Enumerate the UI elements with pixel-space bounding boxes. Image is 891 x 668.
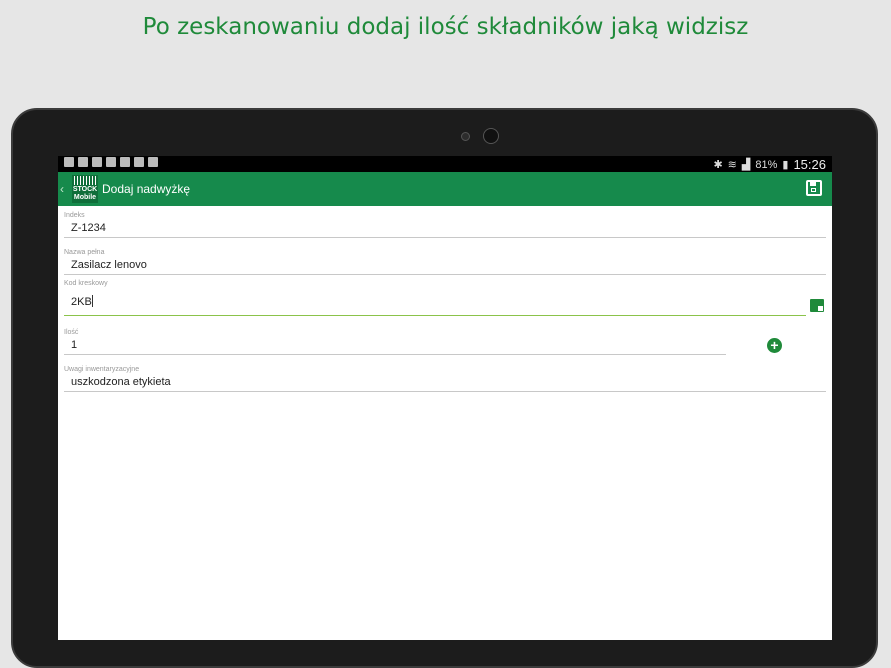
bluetooth-icon: ✱ — [713, 159, 723, 171]
signal-icon: ▟ — [741, 159, 751, 171]
cloud-icon — [92, 157, 102, 167]
usb-icon — [64, 157, 74, 167]
logo-line2: Mobile — [73, 194, 97, 201]
quantity-input[interactable]: 1 — [64, 339, 726, 355]
plus-circle-icon[interactable]: + — [767, 338, 782, 353]
sensor-icon — [461, 132, 470, 141]
barcode-value: 2KB — [71, 296, 92, 308]
notes-field[interactable]: Uwagi inwentaryzacyjne uszkodzona etykie… — [64, 366, 826, 392]
battery-icon: ▮ — [782, 159, 789, 171]
battery-percent: 81% — [755, 158, 778, 171]
camera-app-icon — [148, 157, 158, 167]
notes-input[interactable]: uszkodzona etykieta — [64, 376, 826, 392]
quantity-label: Ilość — [64, 329, 79, 336]
warning-icon — [106, 157, 116, 167]
system-icons: ✱ ≋ ▟ 81% ▮ 15:26 — [713, 157, 826, 172]
wifi-icon: ≋ — [727, 159, 737, 171]
barcode-scan-icon[interactable] — [810, 299, 824, 312]
chevron-left-icon[interactable]: ‹ — [60, 182, 64, 196]
save-icon[interactable] — [806, 180, 822, 196]
app-screen: ✱ ≋ ▟ 81% ▮ 15:26 ‹ STOCK Mobile Dodaj n… — [58, 156, 832, 640]
barcode-input[interactable]: 2KB — [64, 290, 806, 316]
index-label: Indeks — [64, 212, 85, 219]
notes-label: Uwagi inwentaryzacyjne — [64, 366, 140, 373]
index-input[interactable]: Z-1234 — [64, 222, 826, 238]
notification-icons — [64, 157, 158, 167]
index-field[interactable]: Indeks Z-1234 — [64, 212, 826, 238]
camera-icon — [483, 128, 499, 144]
clock: 15:26 — [793, 157, 826, 172]
barcode-logo-icon — [74, 176, 96, 185]
caption: Po zeskanowaniu dodaj ilość składników j… — [142, 14, 749, 40]
barcode-label: Kod kreskowy — [64, 280, 108, 287]
app-bar: ‹ STOCK Mobile Dodaj nadwyżkę — [58, 172, 832, 206]
briefcase-icon — [134, 157, 144, 167]
app-logo[interactable]: STOCK Mobile — [72, 175, 98, 203]
full-name-field[interactable]: Nazwa pełna Zasilacz lenovo — [64, 249, 826, 275]
quantity-field[interactable]: Ilość 1 — [64, 329, 726, 355]
barcode-field[interactable]: Kod kreskowy 2KB — [64, 280, 806, 316]
text-cursor — [91, 295, 93, 307]
logo-line1: STOCK — [72, 186, 98, 193]
status-bar: ✱ ≋ ▟ 81% ▮ 15:26 — [58, 156, 832, 172]
full-name-label: Nazwa pełna — [64, 249, 105, 256]
image-icon — [78, 157, 88, 167]
full-name-input[interactable]: Zasilacz lenovo — [64, 259, 826, 275]
page-title: Dodaj nadwyżkę — [102, 182, 191, 196]
document-icon — [120, 157, 130, 167]
